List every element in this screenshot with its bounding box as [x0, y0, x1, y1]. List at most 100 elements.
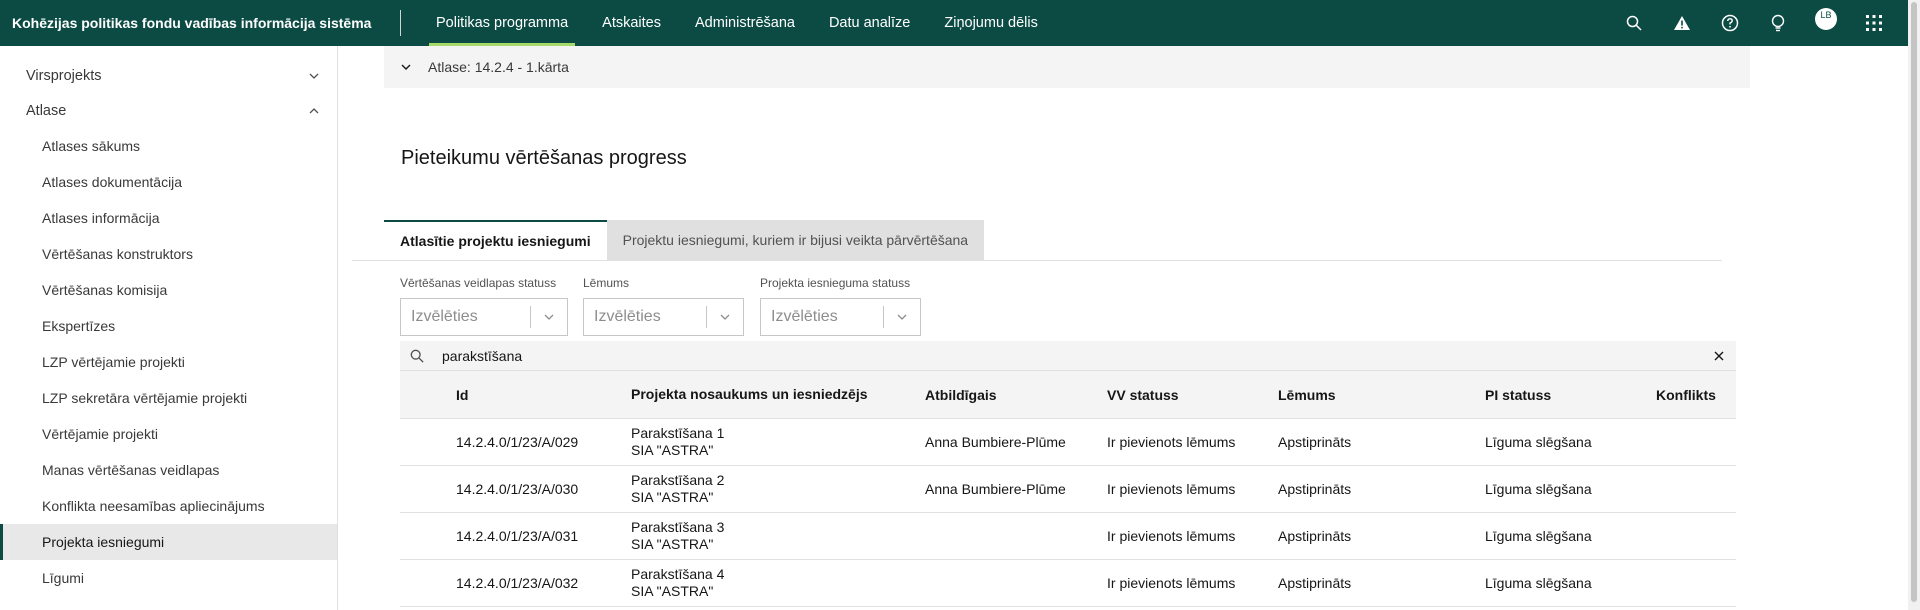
idea-icon[interactable]	[1754, 0, 1802, 46]
column-header-responsible[interactable]: Atbildīgais	[925, 387, 1107, 403]
sidebar-item-manas-vertesanas-veidlapas[interactable]: Manas vērtēšanas veidlapas	[0, 452, 337, 488]
sidebar-item-atlases-dokumentacija[interactable]: Atlases dokumentācija	[0, 164, 337, 200]
nav-item-politikas-programma[interactable]: Politikas programma	[419, 0, 585, 46]
accordion-label: Atlase: 14.2.4 - 1.kārta	[428, 59, 569, 75]
close-icon	[1714, 351, 1724, 360]
table-header: Id Projekta nosaukums un iesniedzējs Atb…	[400, 371, 1736, 419]
sidebar-item-vertejamie-projekti[interactable]: Vērtējamie projekti	[0, 416, 337, 452]
cell-vv-status: Ir pievienots lēmums	[1107, 575, 1236, 591]
project-name: Parakstīšana 2	[631, 472, 725, 488]
filter-vv-status: Vērtēšanas veidlapas statuss Izvēlēties	[400, 276, 568, 336]
sidebar-item-vertesanas-konstruktors[interactable]: Vērtēšanas konstruktors	[0, 236, 337, 272]
cell-pi-status: Līguma slēgšana	[1485, 575, 1592, 591]
chevron-down-icon	[884, 311, 920, 323]
clear-search-button[interactable]	[1702, 351, 1736, 361]
table-row[interactable]: 14.2.4.0/1/23/A/032 Parakstīšana 4 SIA "A…	[400, 560, 1736, 607]
page-scrollbar[interactable]	[1908, 0, 1920, 610]
scrollbar-thumb[interactable]	[1911, 2, 1917, 602]
column-header-conflict[interactable]: Konflikts	[1656, 387, 1736, 403]
applicant-name: SIA "ASTRA"	[631, 489, 714, 505]
column-header-vv-status[interactable]: VV statuss	[1107, 387, 1278, 403]
cell-pi-status: Līguma slēgšana	[1485, 528, 1592, 544]
lemums-select[interactable]: Izvēlēties	[583, 298, 744, 336]
cell-decision: Apstiprināts	[1278, 575, 1352, 591]
header-actions: LB	[1610, 0, 1908, 46]
table-search: parakstīšana	[400, 341, 1736, 371]
project-name: Parakstīšana 4	[631, 566, 725, 582]
user-menu[interactable]: LB	[1802, 0, 1850, 46]
sidebar-item-atlases-informacija[interactable]: Atlases informācija	[0, 200, 337, 236]
search-icon	[400, 349, 434, 363]
nav-item-administresana[interactable]: Administrēšana	[678, 0, 812, 46]
filter-lemums: Lēmums Izvēlēties	[583, 276, 744, 336]
sidebar-group-label: Atlase	[26, 102, 67, 119]
atlase-accordion[interactable]: Atlase: 14.2.4 - 1.kārta	[384, 46, 1750, 88]
chevron-down-icon	[531, 311, 567, 323]
sidebar: Virsprojekts Atlase Atlases sākums Atlas…	[0, 46, 338, 610]
sidebar-item-lzp-sekretara-vertejamie-projekti[interactable]: LZP sekretāra vērtējamie projekti	[0, 380, 337, 416]
select-placeholder: Izvēlēties	[411, 308, 478, 325]
table-row[interactable]: 14.2.4.0/1/23/A/029 Parakstīšana 1 SIA "A…	[400, 419, 1736, 466]
filter-label: Lēmums	[583, 276, 630, 290]
applicant-name: SIA "ASTRA"	[631, 583, 714, 599]
chevron-down-icon	[309, 73, 319, 79]
sidebar-item-vertesanas-komisija[interactable]: Vērtēšanas komisija	[0, 272, 337, 308]
column-header-decision[interactable]: Lēmums	[1278, 387, 1485, 403]
sidebar-item-atlases-sakums[interactable]: Atlases sākums	[0, 128, 337, 164]
search-input[interactable]: parakstīšana	[434, 348, 1702, 364]
nav-item-zinojumu-delis[interactable]: Ziņojumu dēlis	[927, 0, 1055, 46]
select-placeholder: Izvēlēties	[771, 308, 838, 325]
top-header: Kohēzijas politikas fondu vadības inform…	[0, 0, 1908, 46]
vv-status-select[interactable]: Izvēlēties	[400, 298, 568, 336]
page-title: Pieteikumu vērtēšanas progress	[401, 147, 687, 169]
column-header-name[interactable]: Projekta nosaukums un iesniedzējs	[631, 386, 925, 403]
main-nav: Politikas programma Atskaites Administrē…	[419, 0, 1055, 46]
column-header-pi-status[interactable]: PI statuss	[1485, 387, 1656, 403]
cell-name: Parakstīšana 1 SIA "ASTRA"	[631, 425, 925, 459]
cell-id: 14.2.4.0/1/23/A/032	[456, 575, 579, 591]
cell-pi-status: Līguma slēgšana	[1485, 434, 1592, 450]
nav-item-atskaites[interactable]: Atskaites	[585, 0, 678, 46]
tab-parvertesana[interactable]: Projektu iesniegumi, kuriem ir bijusi ve…	[606, 220, 985, 260]
cell-responsible: Anna Bumbiere-Plūme	[925, 434, 1066, 450]
header-divider	[400, 10, 401, 36]
column-header-id[interactable]: Id	[456, 387, 631, 403]
sidebar-item-lzp-vertejamie-projekti[interactable]: LZP vērtējamie projekti	[0, 344, 337, 380]
applicant-name: SIA "ASTRA"	[631, 442, 714, 458]
help-icon[interactable]	[1706, 0, 1754, 46]
sidebar-item-projekta-iesniegumi[interactable]: Projekta iesniegumi	[0, 524, 337, 560]
sidebar-item-ekspertizes[interactable]: Ekspertīzes	[0, 308, 337, 344]
pi-status-select[interactable]: Izvēlēties	[760, 298, 921, 336]
project-name: Parakstīšana 3	[631, 519, 725, 535]
search-icon[interactable]	[1610, 0, 1658, 46]
cell-vv-status: Ir pievienots lēmums	[1107, 434, 1236, 450]
cell-decision: Apstiprināts	[1278, 481, 1352, 497]
cell-name: Parakstīšana 4 SIA "ASTRA"	[631, 566, 925, 600]
nav-item-datu-analize[interactable]: Datu analīze	[812, 0, 927, 46]
sidebar-group-label: Virsprojekts	[26, 67, 102, 84]
tab-atlasitie-projektu-iesniegumi[interactable]: Atlasītie projektu iesniegumi	[384, 220, 607, 260]
chevron-down-icon	[401, 64, 411, 70]
tabs: Atlasītie projektu iesniegumi Projektu i…	[384, 220, 985, 260]
filter-label: Projekta iesnieguma statuss	[760, 276, 911, 290]
main-content: Atlase: 14.2.4 - 1.kārta Pieteikumu vērt…	[338, 46, 1908, 610]
cell-id: 14.2.4.0/1/23/A/029	[456, 434, 579, 450]
sidebar-group-atlase[interactable]: Atlase	[0, 93, 337, 128]
tabs-divider	[352, 260, 1722, 261]
cell-responsible: Anna Bumbiere-Plūme	[925, 481, 1066, 497]
sidebar-group-virsprojekts[interactable]: Virsprojekts	[0, 58, 337, 93]
table-row[interactable]: 14.2.4.0/1/23/A/030 Parakstīšana 2 SIA "A…	[400, 466, 1736, 513]
chevron-up-icon	[309, 107, 319, 113]
cell-name: Parakstīšana 2 SIA "ASTRA"	[631, 472, 925, 506]
sidebar-item-ligumi[interactable]: Līgumi	[0, 560, 337, 596]
applicant-name: SIA "ASTRA"	[631, 536, 714, 552]
warning-icon[interactable]	[1658, 0, 1706, 46]
app-switcher-icon[interactable]	[1850, 0, 1898, 46]
projects-table: Id Projekta nosaukums un iesniedzējs Atb…	[400, 371, 1736, 607]
chevron-down-icon	[707, 311, 743, 323]
cell-pi-status: Līguma slēgšana	[1485, 481, 1592, 497]
sidebar-item-konflikta-neesamibas-apliecinajums[interactable]: Konflikta neesamības apliecinājums	[0, 488, 337, 524]
table-row[interactable]: 14.2.4.0/1/23/A/031 Parakstīšana 3 SIA "A…	[400, 513, 1736, 560]
app-title[interactable]: Kohēzijas politikas fondu vadības inform…	[0, 15, 400, 31]
filter-label: Vērtēšanas veidlapas statuss	[400, 276, 557, 290]
